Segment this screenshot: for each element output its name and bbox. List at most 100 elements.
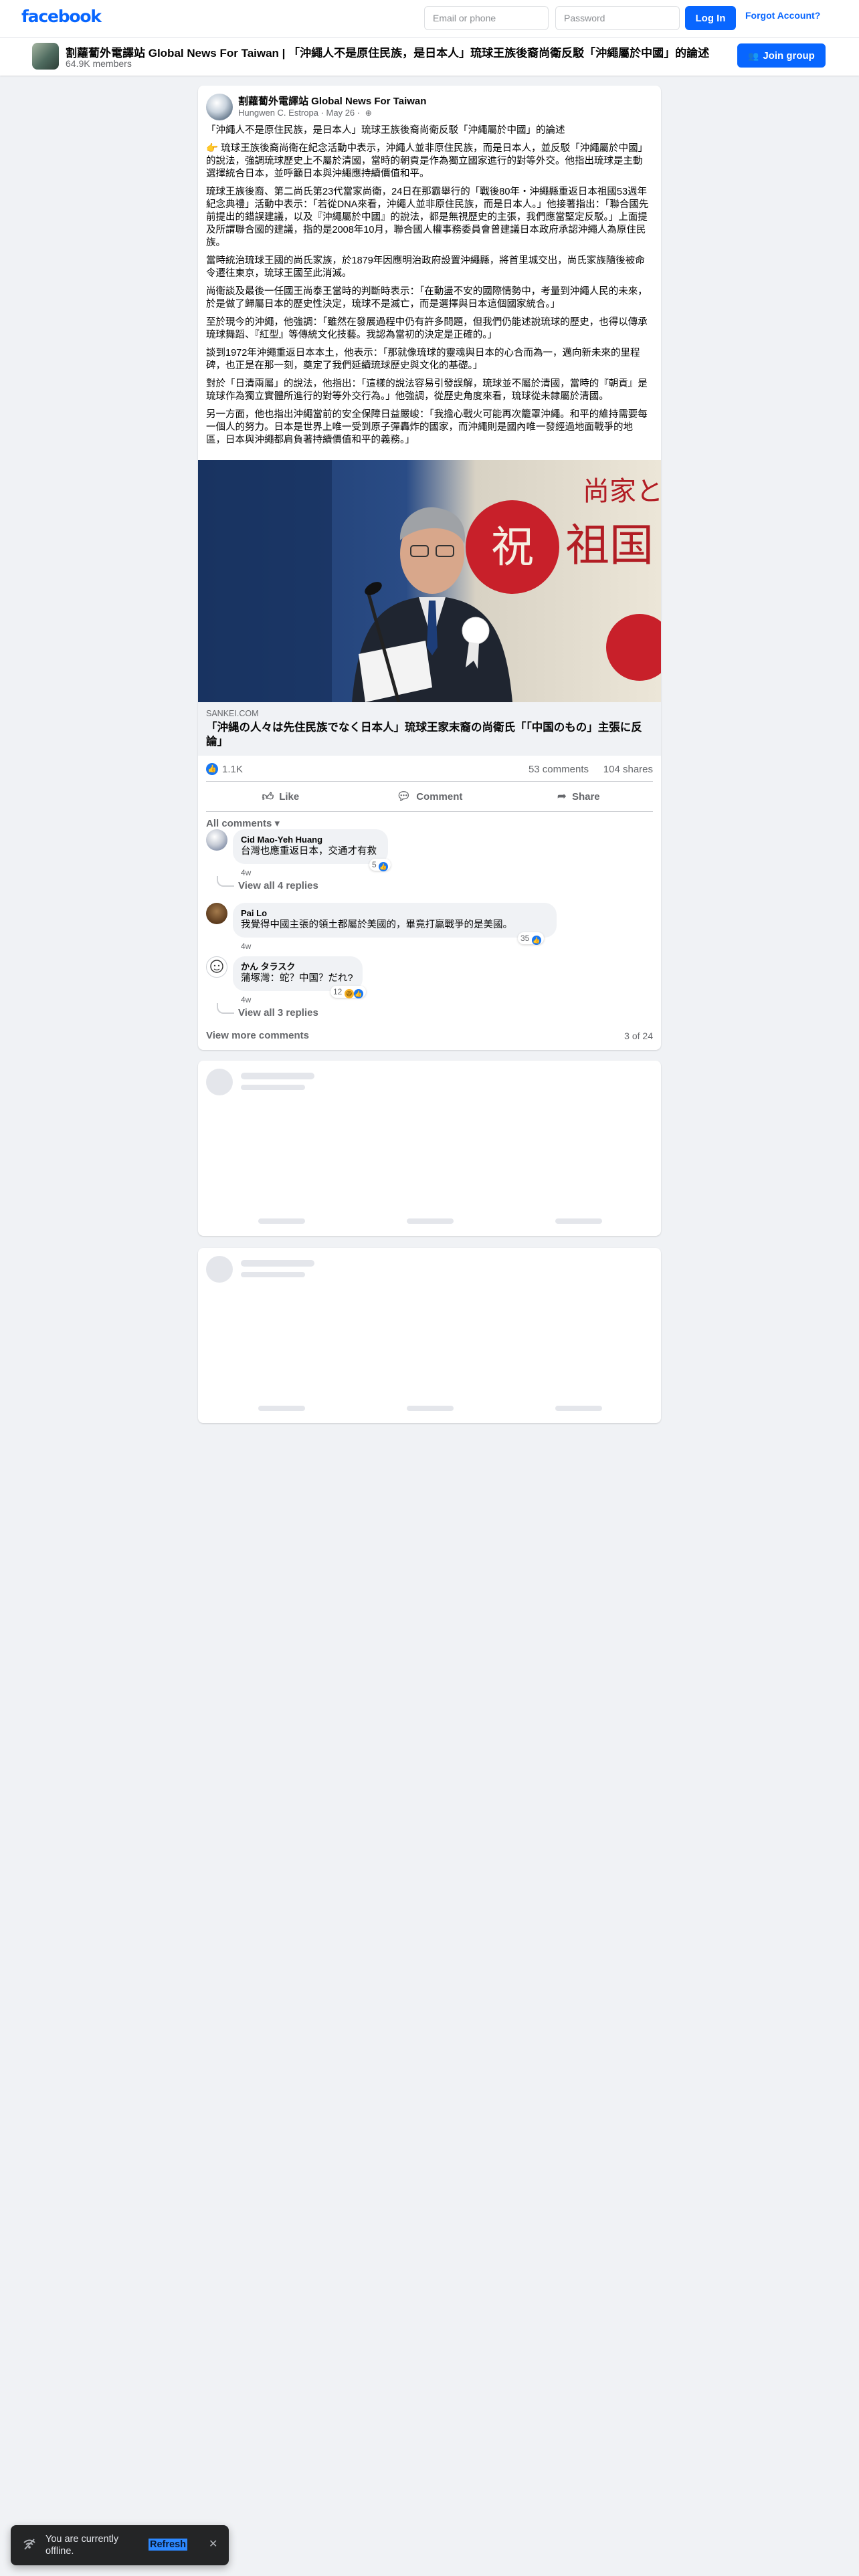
- skeleton-avatar: [206, 1256, 233, 1283]
- comment-text: 我覺得中國主張的領土都屬於美國的，畢竟打贏戰爭的是美國。: [241, 920, 512, 930]
- comment-time[interactable]: 4w: [241, 868, 251, 877]
- skeleton-avatar: [206, 1069, 233, 1095]
- post-meta: Hungwen C. Estropa · May 26 · ⊕: [238, 108, 372, 118]
- avatar[interactable]: [206, 956, 227, 978]
- group-title[interactable]: 割蘿蔔外電譯站 Global News For Taiwan | 「沖繩人不是原…: [66, 43, 721, 60]
- avatar[interactable]: [206, 903, 227, 924]
- comment-reaction-count: 5: [372, 860, 377, 869]
- comment-count[interactable]: 53 comments: [529, 764, 589, 775]
- share-label: Share: [571, 790, 600, 802]
- comment-label: Comment: [416, 790, 463, 802]
- loading-placeholder-card: [198, 1061, 661, 1236]
- post-paragraph: 琉球王族後裔、第二尚氏第23代當家尚衛，24日在那霸舉行的「戰後80年・沖繩縣重…: [206, 187, 649, 248]
- join-group-button[interactable]: 👥 Join group: [737, 43, 826, 68]
- comment-bubble: Cid Mao-Yeh Huang 台灣也應重返日本，交通才有救: [233, 829, 388, 864]
- comment-time[interactable]: 4w: [241, 995, 251, 1004]
- view-replies-link[interactable]: View all 3 replies: [238, 1007, 318, 1018]
- commenter-name[interactable]: Cid Mao-Yeh Huang: [241, 835, 380, 845]
- refresh-link[interactable]: Refresh: [149, 2539, 187, 2551]
- comment-icon: 💬︎: [396, 790, 411, 802]
- commenter-name[interactable]: Pai Lo: [241, 908, 549, 919]
- close-icon[interactable]: ✕: [209, 2537, 217, 2551]
- facebook-logo[interactable]: facebook: [21, 7, 102, 26]
- photo-backdrop-dark: [198, 460, 332, 702]
- loading-placeholder-card: [198, 1248, 661, 1423]
- comment-page-count: 3 of 24: [624, 1031, 653, 1041]
- group-header: 割蘿蔔外電譯站 Global News For Taiwan | 「沖繩人不是原…: [0, 37, 859, 76]
- post-paragraph: 對於「日清兩屬」的說法，他指出：「這樣的說法容易引發誤解，琉球並不屬於清國，當時…: [206, 379, 648, 402]
- reaction-count[interactable]: 1.1K: [222, 764, 243, 775]
- email-field[interactable]: [424, 6, 549, 30]
- post-photo[interactable]: 祝 祖国 尚家と: [198, 460, 661, 702]
- post-action-bar: 👍︎ Like 💬︎ Comment ➦ Share: [206, 781, 653, 812]
- post-paragraph: 至於現今的沖繩，他強調：「雖然在發展過程中仍有許多問題，但我們仍能述說琉球的歷史…: [206, 317, 648, 340]
- meta-separator: ·: [357, 108, 363, 118]
- reply-connector: [217, 1003, 234, 1014]
- comment: Cid Mao-Yeh Huang 台灣也應重返日本，交通才有救 5 👍 4w …: [206, 829, 648, 896]
- comment-filter-label: All comments: [206, 818, 272, 829]
- comment-bubble: Pai Lo 我覺得中國主張的領土都屬於美國的，畢竟打贏戰爭的是美國。: [233, 903, 557, 938]
- comment-reaction-count: 35: [520, 934, 530, 943]
- skeleton-line: [258, 1406, 305, 1411]
- offline-toast: You are currently offline. Refresh ✕: [11, 2525, 229, 2565]
- password-field[interactable]: [555, 6, 680, 30]
- comment: Pai Lo 我覺得中國主張的領土都屬於美國的，畢竟打贏戰爭的是美國。 35 👍…: [206, 903, 648, 951]
- link-domain: SANKEI.COM: [206, 709, 259, 718]
- meta-separator: ·: [320, 108, 326, 118]
- post-byline[interactable]: Hungwen C. Estropa: [238, 108, 318, 118]
- reply-connector: [217, 876, 234, 887]
- group-member-count: 64.9K members: [66, 58, 132, 69]
- like-reaction-icon: 👍: [531, 936, 541, 945]
- chevron-down-icon: ▾: [274, 818, 280, 829]
- like-reaction-icon: 👍: [379, 862, 389, 871]
- comment-text: 蒲塚灣：蛇？中国？だれ?: [241, 973, 353, 984]
- login-button[interactable]: Log In: [685, 6, 736, 30]
- avatar[interactable]: [206, 94, 233, 120]
- wifi-off-icon: [23, 2539, 36, 2554]
- link-title[interactable]: 「沖縄の人々は先住民族でなく日本人」琉球王家末裔の尚衛氏「「中国のもの」主張に反…: [206, 721, 648, 749]
- view-replies-link[interactable]: View all 4 replies: [238, 880, 318, 891]
- post-text: 「沖繩人不是原住民族，是日本人」琉球王族後裔尚衛反駁「沖繩屬於中國」的論述 👉 …: [206, 124, 652, 452]
- white-rosette: [462, 617, 490, 645]
- globe-icon: ⊕: [365, 108, 372, 118]
- thumbs-up-icon: 👍︎: [262, 790, 274, 803]
- comment-time[interactable]: 4w: [241, 942, 251, 951]
- comment-reaction-badge[interactable]: 35 👍: [518, 932, 544, 945]
- speaker-photo-illustration: 祝 祖国 尚家と: [198, 460, 661, 702]
- top-navbar: facebook Log In Forgot Account?: [0, 0, 859, 37]
- skeleton-line: [241, 1073, 314, 1079]
- post-paragraph: 談到1972年沖繩重返日本本土，他表示：「那就像琉球的靈魂與日本的心合而為一，邁…: [206, 348, 640, 371]
- post-author[interactable]: 割蘿蔔外電譯站 Global News For Taiwan: [238, 94, 426, 108]
- commenter-name[interactable]: かん タラスク: [241, 962, 355, 972]
- link-preview[interactable]: SANKEI.COM 「沖縄の人々は先住民族でなく日本人」琉球王家末裔の尚衛氏「…: [198, 702, 661, 756]
- like-button[interactable]: 👍︎ Like: [206, 782, 355, 811]
- skeleton-line: [407, 1406, 454, 1411]
- post-paragraph: 尚衛談及最後一任國王尚泰王當時的判斷時表示：「在動盪不安的國際情勢中，考量到沖繩…: [206, 286, 648, 310]
- comment-filter-dropdown[interactable]: All comments ▾: [206, 817, 280, 829]
- post-card: 割蘿蔔外電譯站 Global News For Taiwan Hungwen C…: [198, 86, 661, 1050]
- comment-button[interactable]: 💬︎ Comment: [355, 782, 504, 811]
- skeleton-line: [241, 1085, 305, 1090]
- comment-reaction-badge[interactable]: 12 😆 👍: [330, 986, 366, 998]
- comment-reaction-count: 12: [333, 987, 343, 996]
- group-thumbnail[interactable]: [32, 43, 59, 70]
- skeleton-line: [241, 1272, 305, 1277]
- comment-reaction-badge[interactable]: 5 👍: [369, 859, 391, 871]
- offline-message: You are currently offline.: [45, 2534, 119, 2557]
- share-button[interactable]: ➦ Share: [504, 782, 653, 811]
- view-more-comments-link[interactable]: View more comments: [206, 1030, 309, 1041]
- post-paragraph: 👉 琉球王族後裔尚衛在紀念活動中表示，沖繩人並非原住民族，而是日本人，並反駁「沖…: [206, 143, 648, 179]
- post-paragraph: 當時統治琉球王國的尚氏家族，於1879年因應明治政府設置沖繩縣，將首里城交出，尚…: [206, 255, 645, 279]
- join-group-label: Join group: [763, 49, 815, 62]
- skeleton-line: [407, 1218, 454, 1224]
- post-date[interactable]: May 26: [326, 108, 355, 118]
- banner-characters: 祖国: [565, 520, 654, 571]
- like-reaction-icon: 👍: [353, 989, 363, 998]
- haha-reaction-icon: 😆: [344, 989, 354, 998]
- share-count[interactable]: 104 shares: [603, 764, 653, 775]
- forgot-account-link[interactable]: Forgot Account?: [745, 10, 820, 21]
- avatar[interactable]: [206, 829, 227, 851]
- like-label: Like: [279, 790, 300, 802]
- like-reaction-icon[interactable]: 👍: [206, 763, 218, 775]
- group-icon: 👥: [748, 50, 759, 61]
